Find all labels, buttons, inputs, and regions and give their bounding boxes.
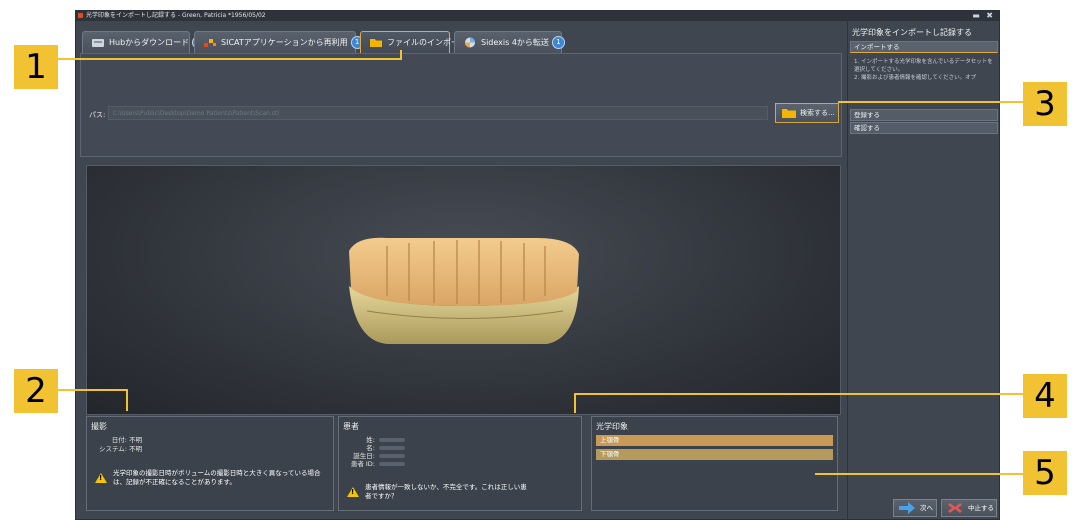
callout-3: 3	[1023, 82, 1067, 126]
folder-icon	[782, 109, 796, 118]
system-label: システム:	[99, 445, 127, 453]
step-register[interactable]: 登録する	[850, 109, 998, 121]
callout-1: 1	[14, 45, 58, 89]
count-badge: 1	[551, 36, 565, 49]
tab-sicat-reuse[interactable]: SICATアプリケーションから再利用 1	[194, 31, 364, 53]
redacted-value	[379, 462, 405, 466]
tab-sidexis-transfer[interactable]: Sidexis 4から転送 1	[454, 31, 565, 53]
sicat-icon	[204, 39, 216, 47]
callout-line	[815, 473, 1027, 475]
sidexis-icon	[465, 37, 475, 48]
callout-line	[40, 58, 400, 60]
warning-icon	[347, 487, 359, 497]
step-import[interactable]: インポートする	[850, 41, 998, 53]
hub-icon	[92, 39, 104, 47]
callout-line	[574, 393, 1026, 395]
panel-title: 患者	[343, 422, 359, 431]
browse-label: 検索する...	[800, 109, 835, 117]
system-value: 不明	[129, 445, 143, 453]
patient-warning: 患者情報が一致しないか、不完全です。これは正しい患者ですか？	[347, 483, 527, 501]
arrow-right-icon	[899, 502, 915, 514]
patient-id-row: 患者 ID:	[339, 458, 405, 468]
cancel-icon	[948, 503, 962, 513]
tab-label: Sidexis 4から転送	[481, 38, 549, 47]
warning-text: 患者情報が一致しないか、不完全です。これは正しい患者ですか？	[365, 483, 527, 500]
folder-icon	[370, 39, 382, 47]
callout-line	[126, 389, 128, 411]
next-label: 次へ	[920, 504, 933, 512]
browse-button[interactable]: 検索する...	[775, 103, 839, 123]
tab-hub-download[interactable]: Hubからダウンロード2	[82, 31, 206, 53]
cancel-button[interactable]: 中止する	[941, 499, 997, 517]
panel-title: 光学印象	[596, 422, 628, 431]
tab-file-import[interactable]: ファイルのインポート	[360, 31, 467, 53]
window-controls[interactable]: ▬ ✖	[972, 11, 995, 21]
tab-label: Hubからダウンロード	[109, 38, 190, 47]
workflow-sidebar: 光学印象をインポートし記録する インポートする 1. インポートする光学印象を含…	[847, 21, 999, 519]
upper-jaw-item[interactable]: 上顎骨	[596, 435, 833, 446]
patient-id-label: 患者 ID:	[350, 460, 375, 468]
dental-model-image	[349, 237, 579, 344]
app-window: 光学印象をインポートし記録する - Green, Patricia *1956/…	[75, 10, 1000, 520]
title-bar: 光学印象をインポートし記録する - Green, Patricia *1956/…	[76, 11, 999, 21]
warning-text: 光学印象の撮影日時がボリュームの撮影日時と大きく異なっている場合は、記録が不正確…	[113, 469, 321, 486]
path-label: パス:	[89, 111, 106, 119]
import-panel	[80, 53, 842, 157]
step-confirm[interactable]: 確認する	[850, 122, 998, 134]
window-title: 光学印象をインポートし記録する - Green, Patricia *1956/…	[86, 12, 266, 19]
next-button[interactable]: 次へ	[893, 499, 937, 517]
3d-viewer[interactable]	[86, 165, 841, 415]
main-area: Hubからダウンロード2 SICATアプリケーションから再利用1 ファイルのイン…	[78, 25, 844, 511]
callout-2: 2	[14, 369, 58, 413]
optical-impression-panel: 光学印象 上顎骨 下顎骨	[591, 416, 838, 511]
system-row: システム: 不明	[91, 443, 142, 453]
callout-line	[400, 50, 402, 60]
step-instructions: 1. インポートする光学印象を含んでいるデータセットを選択してください。 2. …	[854, 59, 993, 81]
patient-panel: 患者 姓: 名: 誕生日: 患者 ID: 患者情報が一致しないか、不完全です。こ…	[338, 416, 582, 511]
warning-icon	[95, 473, 107, 483]
path-input[interactable]: C:\Users\Public\Desktop\Demo Patients\Pa…	[108, 106, 768, 120]
callout-line	[838, 101, 1028, 103]
lower-jaw-item[interactable]: 下顎骨	[596, 449, 833, 460]
callout-line	[574, 393, 576, 413]
panel-title: 撮影	[91, 422, 107, 431]
date-warning: 光学印象の撮影日時がボリュームの撮影日時と大きく異なっている場合は、記録が不正確…	[95, 469, 327, 487]
tab-label: SICATアプリケーションから再利用	[221, 38, 348, 47]
callout-5: 5	[1023, 451, 1067, 495]
recording-panel: 撮影 日付: 不明 システム: 不明 光学印象の撮影日時がボリュームの撮影日時と…	[86, 416, 334, 511]
sidebar-title: 光学印象をインポートし記録する	[852, 28, 972, 37]
cancel-label: 中止する	[968, 504, 994, 512]
callout-4: 4	[1023, 374, 1067, 418]
app-logo-icon	[78, 13, 83, 18]
